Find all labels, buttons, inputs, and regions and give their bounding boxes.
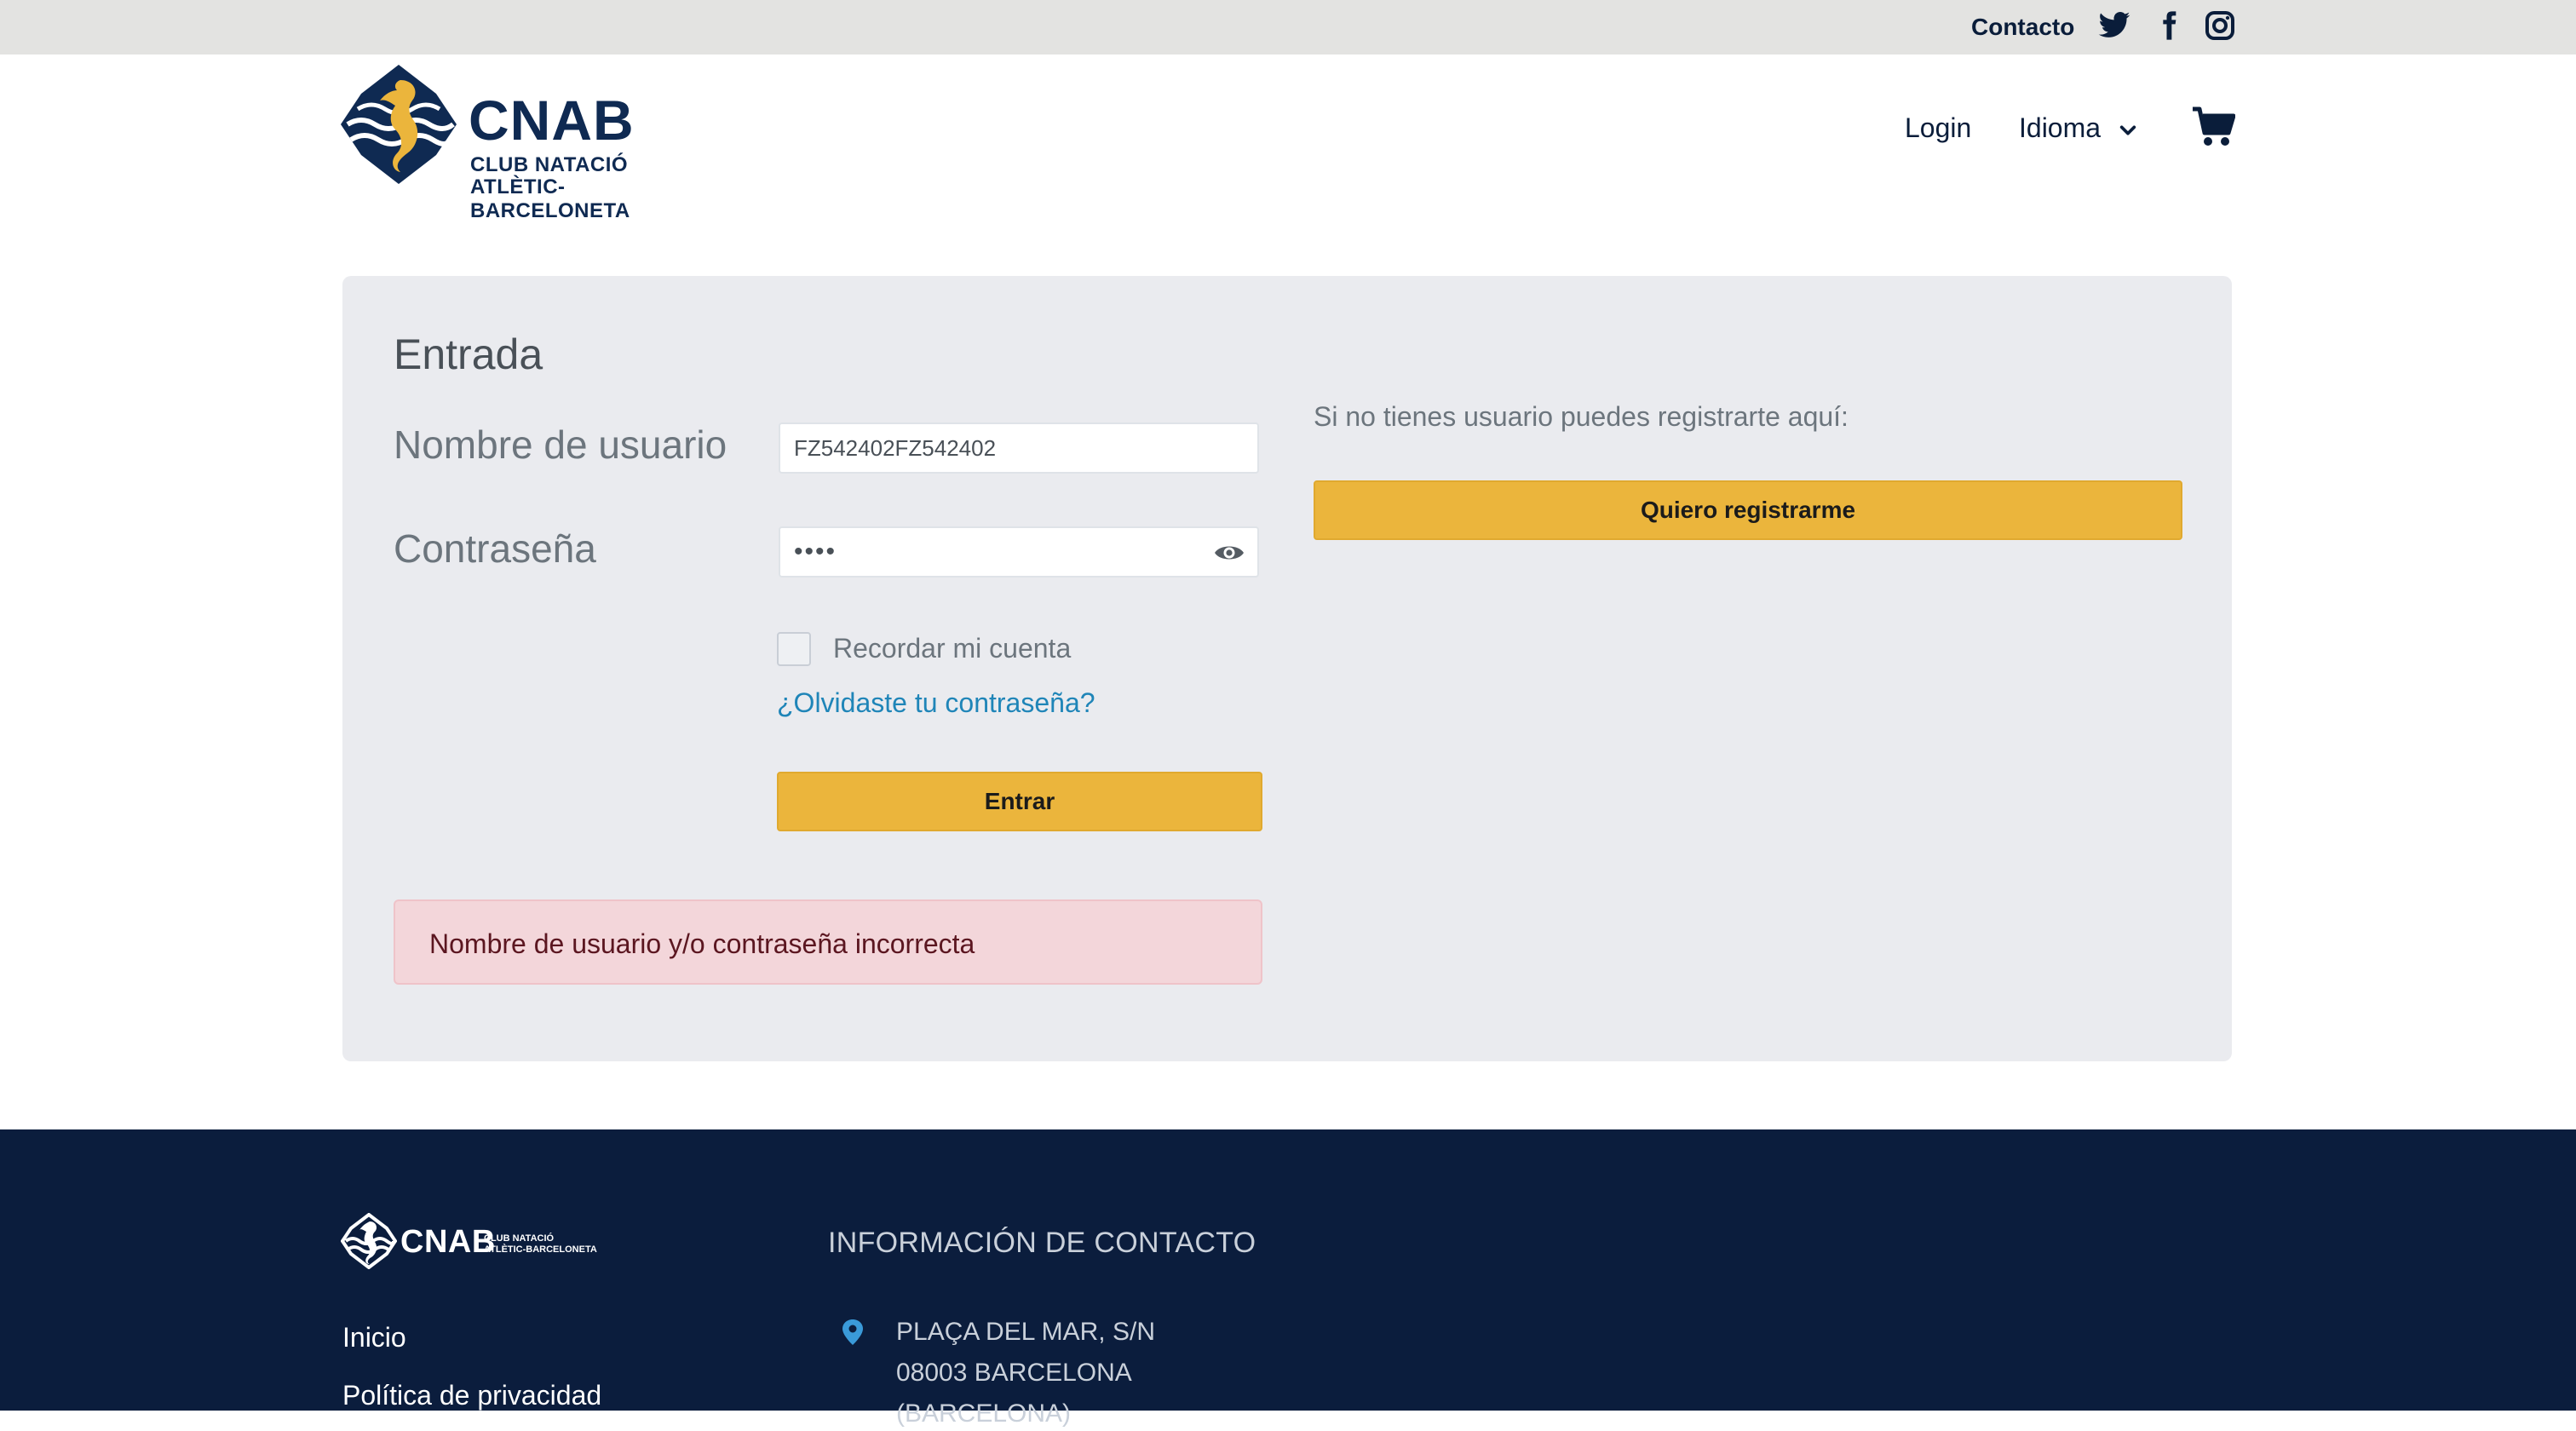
username-label: Nombre de usuario [394,422,727,467]
remember-me-checkbox[interactable] [777,632,811,666]
footer-logo-subtitle-line2: ATLÈTIC-BARCELONETA [484,1244,597,1255]
password-label: Contraseña [394,526,596,571]
footer-address-line: 08003 BARCELONA [896,1359,1132,1387]
footer-seahorse-logo-icon [341,1213,397,1269]
footer-address-line: (BARCELONA) [896,1399,1072,1428]
logo-brand-text: CNAB [469,89,635,152]
facebook-icon[interactable] [2152,9,2186,43]
cnab-logo[interactable]: CNAB CLUB NATACIÓ ATLÈTIC-BARCELONETA [341,65,716,222]
username-field-wrapper [779,422,1259,474]
top-utility-bar: Contacto [0,0,2576,55]
language-dropdown[interactable]: Idioma [2019,111,2137,145]
shopping-cart-icon[interactable] [2191,106,2235,147]
footer-contact-heading: INFORMACIÓN DE CONTACTO [828,1227,1256,1259]
location-pin-icon [842,1319,863,1345]
login-submit-button[interactable]: Entrar [777,772,1262,831]
password-input[interactable] [780,528,1257,576]
language-dropdown-label: Idioma [2019,112,2102,143]
nav-login-link[interactable]: Login [1905,111,1971,145]
page-title: Entrada [394,330,543,378]
footer-logo[interactable]: CNAB CLUB NATACIÓ ATLÈTIC-BARCELONETA [341,1213,605,1274]
register-button[interactable]: Quiero registrarme [1314,480,2182,540]
username-input[interactable] [780,424,1257,472]
chevron-down-icon [2119,125,2136,135]
logo-subtitle-line1: CLUB NATACIÓ [470,153,629,176]
contact-link[interactable]: Contacto [1971,12,2074,43]
twitter-icon[interactable] [2097,9,2131,43]
footer-logo-brand-text: CNAB [400,1224,496,1260]
register-prompt: Si no tienes usuario puedes registrarte … [1314,401,1849,432]
logo-subtitle-line2: ATLÈTIC-BARCELONETA [470,175,630,222]
eye-icon[interactable] [1213,542,1245,564]
footer-link-home[interactable]: Inicio [342,1320,406,1354]
password-field-wrapper [779,526,1259,578]
footer-address-line: PLAÇA DEL MAR, S/N [896,1318,1155,1346]
footer-link-privacy[interactable]: Política de privacidad [342,1378,601,1412]
instagram-icon[interactable] [2203,9,2237,43]
footer-logo-subtitle-line1: CLUB NATACIÓ [484,1233,555,1244]
error-message: Nombre de usuario y/o contraseña incorre… [429,928,975,959]
seahorse-logo-icon [341,65,457,184]
remember-me-label: Recordar mi cuenta [833,633,1072,664]
forgot-password-link[interactable]: ¿Olvidaste tu contraseña? [777,685,1095,721]
error-alert: Nombre de usuario y/o contraseña incorre… [394,899,1262,985]
